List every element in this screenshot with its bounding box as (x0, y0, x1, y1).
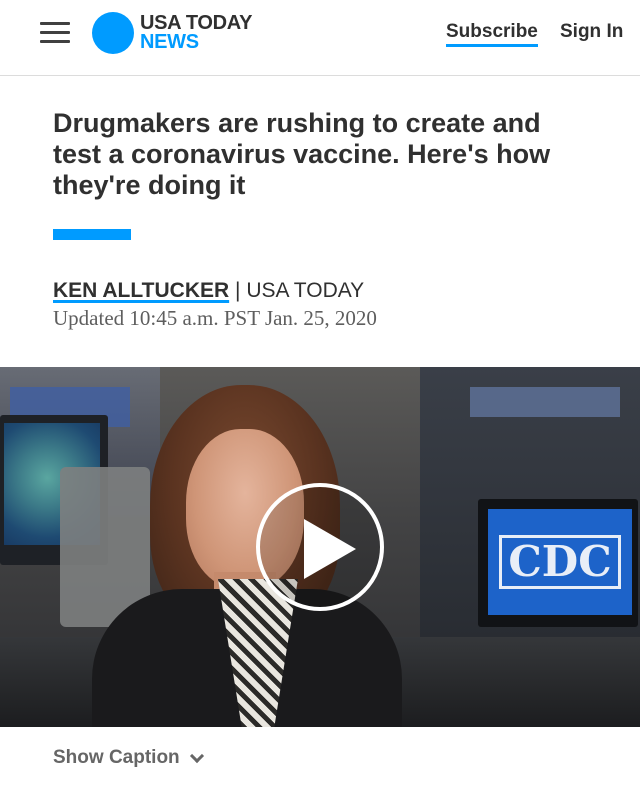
chevron-down-icon (189, 748, 204, 763)
play-icon (304, 519, 356, 579)
updated-timestamp: Updated 10:45 a.m. PST Jan. 25, 2020 (53, 306, 377, 330)
publication-name: USA TODAY (246, 279, 365, 302)
video-right-light (470, 387, 620, 417)
menu-icon-bar (40, 40, 70, 43)
author-link[interactable]: KEN ALLTUCKER (53, 279, 229, 302)
menu-icon-bar (40, 22, 70, 25)
site-header: USA TODAY NEWS Subscribe Sign In (0, 0, 640, 76)
cdc-logo-text: CDC (499, 535, 621, 589)
logo-line-news: NEWS (140, 31, 199, 53)
logo-circle-icon (92, 12, 134, 54)
headline-accent-bar (53, 229, 131, 240)
show-caption-label: Show Caption (53, 747, 180, 768)
byline-separator: | (235, 279, 241, 302)
show-caption-toggle[interactable]: Show Caption (53, 747, 204, 769)
play-button[interactable] (256, 483, 384, 611)
article-headline: Drugmakers are rushing to create and tes… (53, 108, 551, 200)
byline: KEN ALLTUCKER | USA TODAY (53, 279, 364, 303)
usa-today-logo[interactable]: USA TODAY NEWS (92, 11, 252, 55)
menu-icon[interactable] (40, 20, 72, 46)
subscribe-link[interactable]: Subscribe (446, 21, 538, 47)
video-cdc-screen: CDC (488, 509, 632, 615)
menu-icon-bar (40, 31, 70, 34)
logo-text: USA TODAY NEWS (140, 13, 252, 53)
sign-in-link[interactable]: Sign In (560, 21, 623, 43)
